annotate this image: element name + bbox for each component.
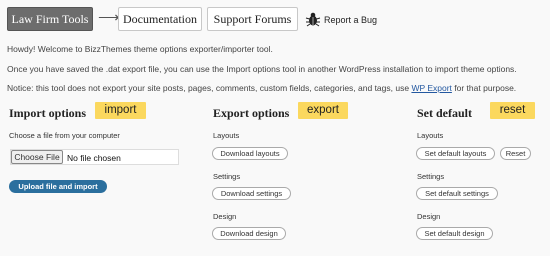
export-settings-label: Settings bbox=[213, 172, 241, 181]
report-bug-link[interactable]: Report a Bug bbox=[324, 15, 377, 25]
set-default-design-button[interactable]: Set default design bbox=[416, 227, 493, 240]
export-options-heading: Export options bbox=[213, 106, 290, 120]
export-tag: export bbox=[298, 102, 348, 119]
file-status: No file chosen bbox=[67, 153, 121, 163]
choose-file-button[interactable]: Choose File bbox=[11, 150, 63, 164]
notice-text: Notice: this tool does not export your s… bbox=[7, 83, 412, 93]
download-layouts-button[interactable]: Download layouts bbox=[212, 147, 288, 160]
reset-layouts-label: Layouts bbox=[417, 131, 444, 140]
bug-icon bbox=[305, 12, 321, 27]
reset-design-label: Design bbox=[417, 212, 441, 221]
wp-export-link[interactable]: WP Export bbox=[411, 83, 451, 93]
set-default-settings-button[interactable]: Set default settings bbox=[416, 187, 498, 200]
export-design-label: Design bbox=[213, 212, 237, 221]
download-design-button[interactable]: Download design bbox=[212, 227, 286, 240]
export-layouts-label: Layouts bbox=[213, 131, 240, 140]
intro-instructions: Once you have saved the .dat export file… bbox=[7, 64, 517, 74]
intro-notice: Notice: this tool does not export your s… bbox=[7, 83, 516, 93]
intro-welcome: Howdy! Welcome to BizzThemes theme optio… bbox=[7, 44, 273, 54]
tab-support-forums[interactable]: Support Forums bbox=[207, 7, 298, 31]
upload-import-button[interactable]: Upload file and import bbox=[9, 180, 107, 193]
set-default-heading: Set default bbox=[417, 106, 472, 120]
import-options-heading: Import options bbox=[9, 106, 87, 120]
tab-law-firm-tools[interactable]: Law Firm Tools bbox=[7, 7, 93, 31]
download-settings-button[interactable]: Download settings bbox=[212, 187, 291, 200]
choose-file-label: Choose a file from your computer bbox=[9, 131, 120, 140]
notice-suffix: for that purpose. bbox=[451, 83, 517, 93]
reset-settings-label: Settings bbox=[417, 172, 445, 181]
import-tag: import bbox=[95, 102, 146, 119]
set-default-layouts-button[interactable]: Set default layouts bbox=[416, 147, 495, 160]
reset-tag: reset bbox=[490, 102, 535, 119]
arrow-right-icon: ⟶ bbox=[98, 9, 120, 26]
reset-button[interactable]: Reset bbox=[500, 147, 531, 160]
tab-documentation[interactable]: Documentation bbox=[118, 7, 202, 31]
